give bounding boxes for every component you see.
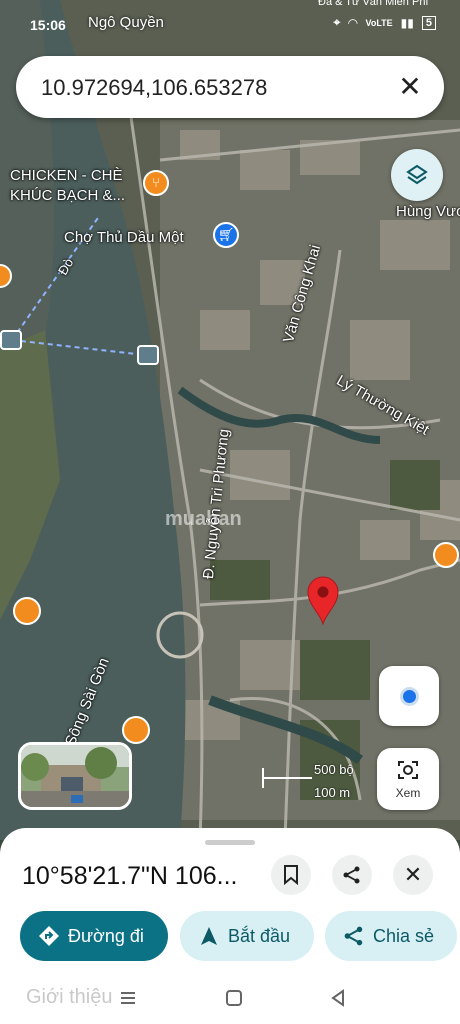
coordinates-title: 10°58'21.7"N 106...: [22, 862, 238, 890]
status-bar: 15:06 Ngô Quyền Đá & Tư Vấn Miền Phí ⌖ ◠…: [0, 0, 460, 40]
navigation-arrow-icon: [201, 927, 217, 945]
share-pill-button[interactable]: Chia sẻ: [325, 911, 457, 961]
watermark: muaban: [165, 508, 242, 530]
bookmark-icon: [284, 865, 298, 885]
directions-button[interactable]: Đường đi: [20, 911, 168, 961]
sheet-drag-handle[interactable]: [205, 840, 255, 845]
my-location-icon: [403, 690, 416, 703]
share-icon: [344, 926, 363, 946]
xem-label: Xem: [395, 786, 421, 800]
layers-button[interactable]: [391, 149, 443, 201]
street-label-hung-vuong: Hùng Vươ: [396, 203, 460, 220]
share-icon: [343, 866, 360, 884]
wifi-icon: ◠: [348, 15, 358, 30]
search-input[interactable]: 10.972694,106.653278: [41, 75, 267, 101]
recent-apps-icon[interactable]: [118, 988, 138, 1008]
save-button[interactable]: [271, 855, 311, 895]
cafe-marker-icon[interactable]: [13, 597, 41, 625]
scale-meters-label: 100 m: [314, 785, 351, 800]
restaurant-marker-icon[interactable]: [122, 716, 150, 744]
directions-icon: [39, 926, 59, 946]
restaurant-marker-icon[interactable]: ⑂: [143, 170, 169, 196]
home-icon[interactable]: [224, 988, 244, 1008]
status-time: 15:06: [30, 17, 66, 33]
close-icon: ✕: [403, 862, 423, 887]
map-business-label-top: Đá & Tư Vấn Miền Phí: [318, 0, 429, 8]
share-button[interactable]: [332, 855, 372, 895]
map-street-label-top: Ngô Quyền: [88, 14, 164, 31]
scale-feet-label: 500 bộ: [314, 762, 354, 777]
my-location-button[interactable]: [379, 666, 439, 726]
poi-label-chicken[interactable]: CHICKEN - CHÈ KHÚC BẠCH &...: [10, 166, 160, 206]
close-sheet-button[interactable]: ✕: [393, 855, 433, 895]
location-pin-icon[interactable]: [306, 575, 340, 625]
battery-icon: 5: [421, 15, 436, 30]
volte-label: VoLTE: [365, 17, 393, 28]
search-bar[interactable]: 10.972694,106.653278 ✕: [16, 56, 444, 118]
street-photo-image: [21, 745, 129, 807]
ferry-terminal-icon[interactable]: [137, 345, 159, 365]
start-label: Bắt đầu: [228, 925, 291, 946]
location-status-icon: ⌖: [333, 15, 341, 29]
share-label: Chia sẻ: [373, 925, 435, 946]
map-scale: 500 bộ 100 m: [262, 760, 362, 800]
back-icon[interactable]: [328, 988, 348, 1008]
signal-icon: ▮▮: [400, 15, 414, 30]
layers-icon: [406, 164, 428, 185]
directions-label: Đường đi: [68, 925, 144, 946]
ferry-terminal-icon[interactable]: [0, 330, 22, 350]
start-button[interactable]: Bắt đầu: [180, 911, 314, 961]
close-icon[interactable]: ✕: [394, 71, 426, 103]
lens-camera-icon: [398, 761, 418, 779]
system-nav-bar: [0, 980, 460, 1024]
street-view-thumbnail[interactable]: [18, 742, 132, 810]
poi-label-market[interactable]: Chợ Thủ Dầu Một: [64, 229, 184, 246]
xem-button[interactable]: Xem: [377, 748, 439, 810]
restaurant-marker-icon[interactable]: [433, 542, 459, 568]
shopping-cart-icon[interactable]: 🛒︎: [213, 222, 239, 248]
